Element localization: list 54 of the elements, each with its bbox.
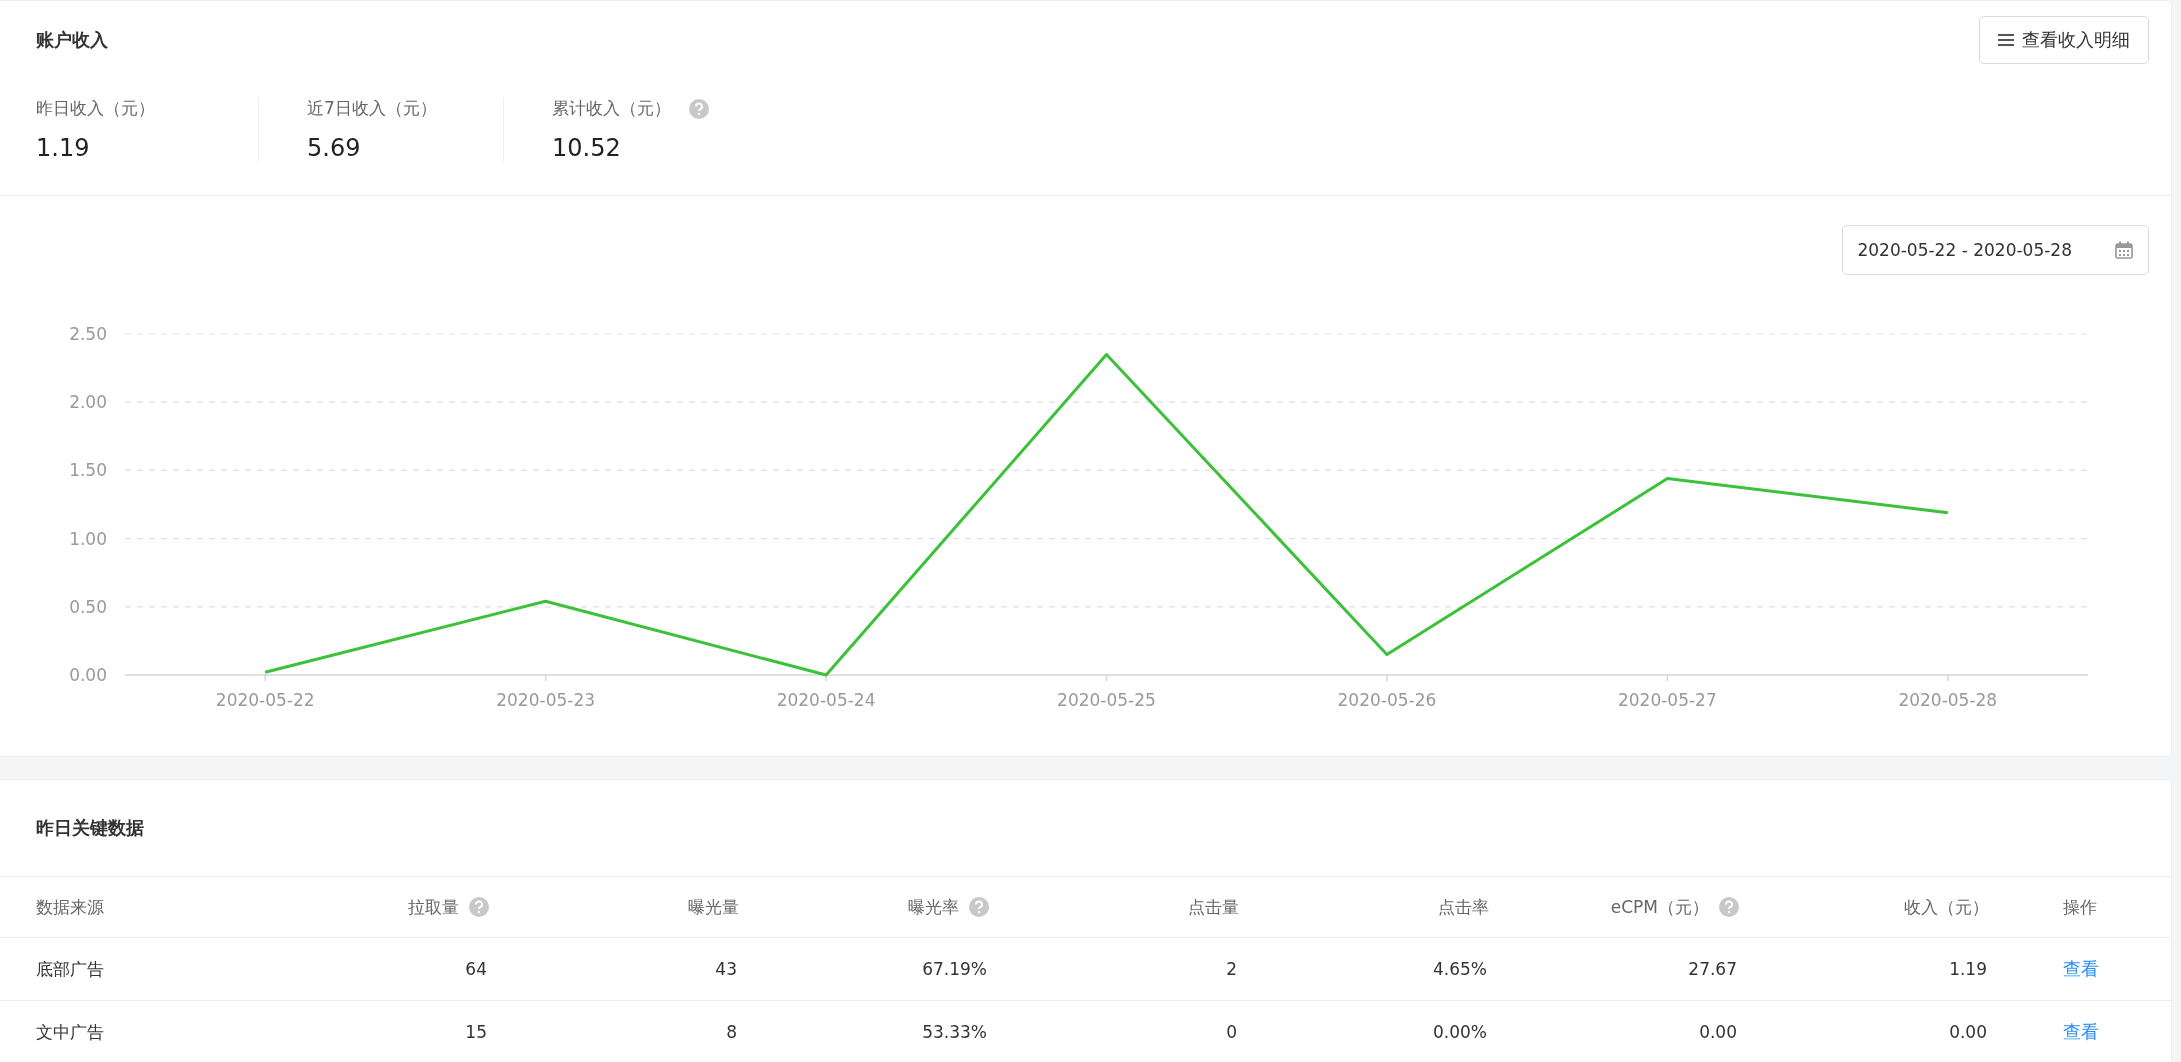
x-axis-label: 2020-05-27 (1617, 690, 1717, 710)
column-header: 曝光率 (908, 895, 959, 919)
table-cell: 1.19 (1949, 959, 1987, 979)
table-cell: 0.00 (1949, 1022, 1987, 1042)
stat-value: 5.69 (307, 134, 362, 162)
table-cell: 8 (726, 1022, 737, 1042)
help-icon[interactable] (689, 98, 709, 119)
column-header: eCPM（元） (1610, 895, 1709, 919)
table-cell: 0 (1226, 1022, 1237, 1042)
x-axis-label: 2020-05-22 (215, 690, 315, 710)
y-axis-label: 2.50 (69, 324, 107, 344)
stat-label: 累计收入（元） (552, 97, 671, 120)
help-icon[interactable] (969, 897, 989, 917)
table-cell: 4.65% (1433, 959, 1487, 979)
view-details-button[interactable]: 查看收入明细 (1979, 16, 2149, 64)
y-axis-label: 1.00 (69, 528, 107, 549)
table-cell: 底部广告 (36, 957, 104, 981)
x-axis-label: 2020-05-25 (1057, 690, 1156, 710)
date-range-field[interactable]: 2020-05-22 - 2020-05-28 (1842, 225, 2149, 275)
section-title: 昨日关键数据 (36, 816, 144, 840)
column-header: 点击率 (1438, 895, 1489, 919)
y-axis-label: 2.00 (69, 392, 107, 413)
help-icon[interactable] (469, 897, 489, 917)
table-cell: 0.00 (1699, 1022, 1737, 1042)
x-axis-label: 2020-05-26 (1337, 690, 1437, 710)
x-axis-label: 2020-05-23 (496, 690, 596, 710)
table-cell: 64 (465, 959, 487, 979)
stat-value: 10.52 (552, 134, 622, 162)
stat-value: 1.19 (36, 134, 91, 162)
table-cell: 67.19% (922, 959, 987, 979)
column-header: 收入（元） (1904, 895, 1989, 919)
y-axis-label: 0.50 (69, 596, 107, 617)
column-header: 拉取量 (408, 895, 459, 919)
table-cell: 43 (715, 959, 737, 979)
y-axis-label: 0.00 (69, 665, 107, 685)
table-cell: 文中广告 (36, 1020, 104, 1044)
column-header: 曝光量 (688, 895, 739, 919)
section-title: 账户收入 (36, 28, 108, 52)
x-axis-label: 2020-05-28 (1898, 690, 1998, 710)
x-axis-label: 2020-05-24 (776, 690, 876, 710)
column-header: 点击量 (1188, 895, 1239, 919)
stat-label: 近7日收入（元） (307, 97, 437, 120)
table-cell: 2 (1226, 959, 1237, 979)
stat-label: 昨日收入（元） (36, 97, 155, 120)
list-icon (1998, 33, 2014, 47)
column-header: 数据来源 (36, 895, 104, 919)
help-icon[interactable] (1719, 897, 1739, 917)
calendar-icon (2114, 240, 2134, 260)
column-header: 操作 (2063, 895, 2097, 919)
table-cell: 0.00% (1433, 1022, 1487, 1042)
y-axis-label: 1.50 (69, 460, 107, 481)
table-cell: 53.33% (922, 1022, 987, 1042)
table-cell: 15 (465, 1022, 487, 1042)
table-cell: 27.67 (1688, 959, 1737, 979)
